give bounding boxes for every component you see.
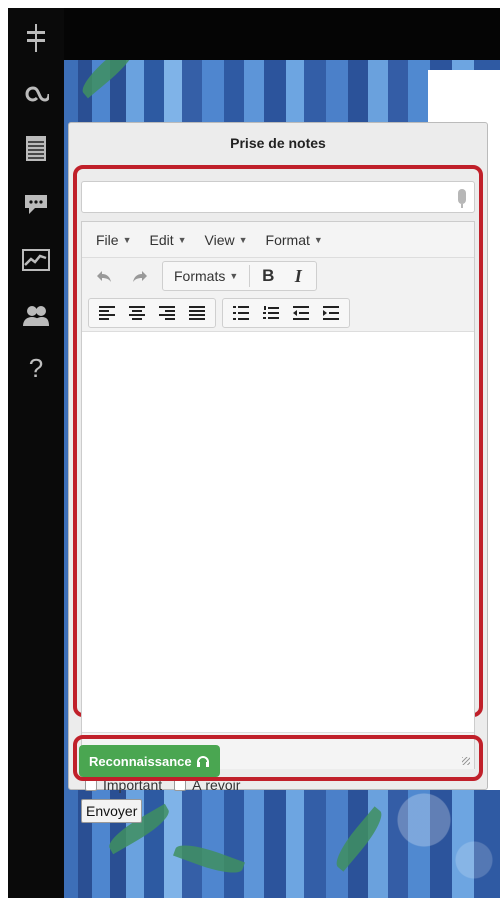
- caret-down-icon: ▼: [238, 234, 248, 245]
- align-group: [88, 297, 216, 328]
- formats-group: Formats ▼ B I: [162, 261, 318, 291]
- subject-input[interactable]: [81, 181, 475, 213]
- top-bar: [8, 8, 500, 60]
- divider: [249, 265, 251, 287]
- menu-format[interactable]: Format ▼: [266, 232, 323, 248]
- align-left-icon[interactable]: [93, 299, 121, 327]
- indent-icon[interactable]: [317, 299, 345, 327]
- caret-down-icon: ▼: [313, 234, 323, 245]
- chart-icon[interactable]: [18, 244, 54, 276]
- outdent-icon[interactable]: [287, 299, 315, 327]
- sidebar: ?: [8, 8, 64, 898]
- leaf-decoration: [329, 806, 389, 872]
- bold-button[interactable]: B: [254, 262, 282, 290]
- align-center-icon[interactable]: [123, 299, 151, 327]
- align-justify-icon[interactable]: [183, 299, 211, 327]
- send-button[interactable]: Envoyer: [81, 799, 143, 823]
- help-icon[interactable]: ?: [18, 352, 54, 384]
- signpost-icon[interactable]: [18, 22, 54, 54]
- editor-menubar: File ▼ Edit ▼ View ▼ Format ▼: [82, 222, 474, 258]
- caret-down-icon: ▼: [122, 234, 132, 245]
- rich-text-editor: File ▼ Edit ▼ View ▼ Format ▼ Formats ▼ B I: [81, 221, 475, 769]
- panel-title: Prise de notes: [230, 135, 326, 151]
- caret-down-icon: ▼: [229, 271, 239, 281]
- undo-icon[interactable]: [90, 262, 118, 290]
- bullet-list-icon[interactable]: [227, 299, 255, 327]
- formats-dropdown[interactable]: Formats ▼: [167, 262, 245, 290]
- infinity-icon[interactable]: [18, 78, 54, 110]
- editor-toolbar-2: [82, 294, 474, 332]
- redo-icon[interactable]: [126, 262, 154, 290]
- leaf-decoration: [76, 60, 142, 99]
- editor-content-area[interactable]: [82, 332, 474, 732]
- headphones-icon: [196, 756, 209, 767]
- chat-icon[interactable]: [18, 188, 54, 220]
- microphone-icon[interactable]: [458, 189, 466, 208]
- notepad-icon[interactable]: [18, 132, 54, 164]
- recognition-button[interactable]: Reconnaissance: [79, 745, 220, 777]
- caret-down-icon: ▼: [177, 234, 187, 245]
- editor-toolbar-1: Formats ▼ B I: [82, 258, 474, 294]
- italic-button[interactable]: I: [284, 262, 312, 290]
- menu-view[interactable]: View ▼: [205, 232, 248, 248]
- list-group: [222, 297, 350, 328]
- menu-file[interactable]: File ▼: [96, 232, 131, 248]
- users-icon[interactable]: [18, 300, 54, 332]
- align-right-icon[interactable]: [153, 299, 181, 327]
- menu-edit[interactable]: Edit ▼: [149, 232, 186, 248]
- numbered-list-icon[interactable]: [257, 299, 285, 327]
- leaf-decoration: [173, 838, 245, 880]
- notes-panel: Prise de notes File ▼ Edit ▼ View ▼ Format ▼: [68, 122, 488, 823]
- app-window: ? Prise de notes File ▼ Edit ▼ View ▼ Forma…: [8, 8, 500, 898]
